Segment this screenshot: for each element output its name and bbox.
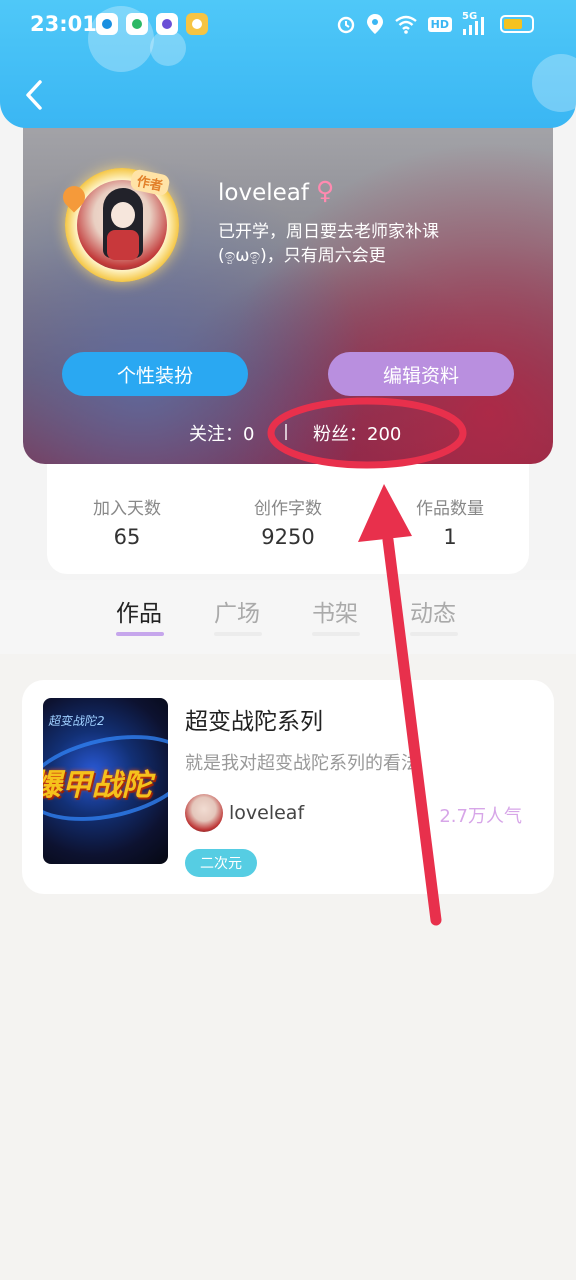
- app-icon: [96, 13, 118, 35]
- notification-icons: [96, 13, 208, 35]
- bio-line: (ඉωඉ)，只有周六会更: [218, 246, 386, 266]
- dress-up-button[interactable]: 个性装扮: [62, 352, 248, 396]
- cover-subtitle: 超变战陀2: [47, 714, 106, 728]
- tab-works[interactable]: 作品: [116, 594, 162, 628]
- work-cover[interactable]: 超变战陀2 爆甲战陀: [43, 698, 168, 864]
- tab-square[interactable]: 广场: [214, 594, 260, 628]
- genre-tag[interactable]: 二次元: [185, 849, 257, 877]
- system-status-icons: HD 5G: [336, 11, 534, 35]
- bio-line: 已开学，周日要去老师家补课: [218, 222, 439, 242]
- work-title[interactable]: 超变战陀系列: [185, 702, 323, 736]
- tab-indicator: [214, 632, 262, 636]
- work-description: 就是我对超变战陀系列的看法: [185, 753, 419, 774]
- bio: 已开学，周日要去老师家补课 (ඉωඉ)，只有周六会更: [218, 220, 518, 268]
- cover-title: 爆甲战陀: [43, 768, 159, 803]
- stat-value: 65: [113, 525, 141, 549]
- signal-icon: 5G: [462, 11, 486, 35]
- stat-label: 加入天数: [93, 499, 161, 519]
- following-count[interactable]: 关注：0: [189, 420, 254, 446]
- hd-badge: HD: [427, 16, 452, 32]
- tab-bookshelf[interactable]: 书架: [312, 594, 358, 628]
- author-name[interactable]: loveleaf: [229, 802, 304, 824]
- author-avatar[interactable]: [185, 794, 223, 832]
- location-icon: [366, 14, 383, 34]
- back-arrow-icon[interactable]: [20, 78, 50, 112]
- stats-card: 加入天数 65 创作字数 9250 作品数量 1: [47, 460, 529, 574]
- follow-stats: 关注：0 粉丝：200: [23, 418, 553, 446]
- tab-indicator: [312, 632, 360, 636]
- tab-bar: 作品 广场 书架 动态: [0, 580, 576, 654]
- stat-word-count: 创作字数 9250: [208, 494, 368, 549]
- stat-works-count: 作品数量 1: [370, 494, 530, 549]
- profile-card: 作者 loveleaf ♀ 已开学，周日要去老师家补课 (ඉωඉ)，只有周六会更…: [23, 100, 553, 464]
- battery-icon: [500, 15, 534, 33]
- female-icon: ♀: [316, 176, 335, 205]
- username: loveleaf: [218, 180, 309, 206]
- tab-active-indicator: [116, 632, 164, 636]
- status-time: 23:01: [30, 12, 97, 36]
- divider: [285, 424, 287, 440]
- avatar[interactable]: 作者: [58, 168, 179, 282]
- decor-bubble: [532, 54, 576, 112]
- edit-profile-button[interactable]: 编辑资料: [328, 352, 514, 396]
- wifi-icon: [394, 15, 417, 34]
- fans-count[interactable]: 粉丝：200: [313, 420, 401, 446]
- app-icon: [156, 13, 178, 35]
- tab-indicator: [410, 632, 458, 636]
- tab-activity[interactable]: 动态: [410, 594, 456, 628]
- app-icon: [186, 13, 208, 35]
- stat-join-days: 加入天数 65: [47, 494, 207, 549]
- status-bar: 23:01 HD 5G: [0, 0, 576, 52]
- app-icon: [126, 13, 148, 35]
- work-card[interactable]: 超变战陀2 爆甲战陀 超变战陀系列 就是我对超变战陀系列的看法 loveleaf…: [22, 680, 554, 894]
- top-header: 23:01 HD 5G: [0, 0, 576, 128]
- popularity-count: 2.7万人气: [439, 806, 522, 827]
- stat-value: 1: [443, 525, 457, 549]
- stat-value: 9250: [261, 525, 315, 549]
- stat-label: 作品数量: [416, 499, 484, 519]
- stat-label: 创作字数: [254, 499, 322, 519]
- alarm-icon: [337, 16, 354, 34]
